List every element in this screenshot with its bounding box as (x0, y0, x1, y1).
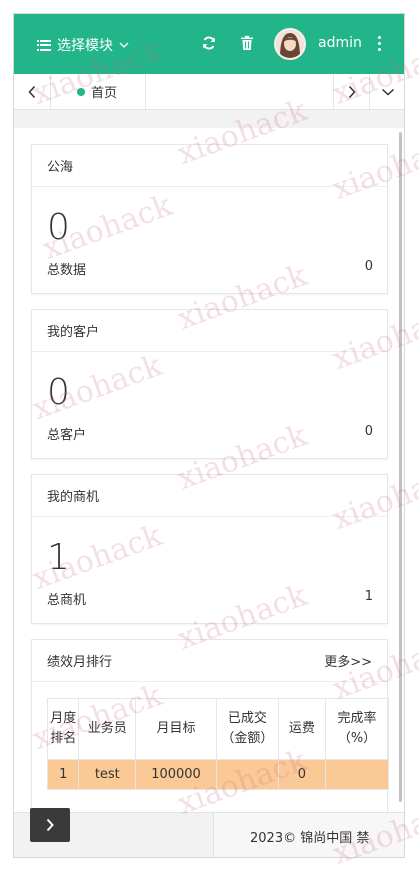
module-select-button[interactable]: 选择模块 (37, 34, 129, 56)
card-big-number: 1 (47, 537, 70, 578)
username[interactable]: admin (318, 35, 362, 51)
card-sub-value: 0 (364, 259, 373, 274)
public-sea-card: 公海 0 总数据 0 (31, 144, 388, 294)
more-icon[interactable] (376, 36, 382, 52)
card-sub-value: 1 (364, 589, 373, 604)
tab-home[interactable]: 首页 (51, 74, 146, 109)
avatar[interactable] (274, 28, 306, 60)
chevron-left-icon (28, 85, 36, 98)
trash-icon[interactable] (240, 35, 254, 51)
list-icon (37, 39, 51, 51)
active-tab-dot (77, 87, 85, 96)
card-sub-label: 总客户 (47, 428, 87, 443)
table-cell: 1 (46, 759, 80, 790)
menu-arrow-icon (119, 42, 129, 48)
scrollbar[interactable] (399, 132, 402, 802)
tab-scroll-left-button[interactable] (14, 74, 51, 109)
table-cell: test (78, 759, 137, 790)
footer: 2023© 锦尚中国 禁 (14, 812, 404, 857)
column-header: 业务员 (78, 698, 137, 760)
card-header: 绩效月排行 更多>> (32, 640, 387, 682)
card-sub-label: 总商机 (47, 593, 87, 608)
column-header: 运费 (277, 698, 327, 760)
main-content: 公海 0 总数据 0 我的客户 0 总客户 0 我的商机 1 总商机 1 绩效月… (14, 128, 404, 839)
table-cell (215, 759, 279, 790)
tab-scroll-right-button[interactable] (333, 74, 369, 109)
table-cell (325, 759, 389, 790)
refresh-icon[interactable] (201, 35, 217, 51)
tab-options-button[interactable] (369, 74, 404, 109)
table-row[interactable]: 1 test 100000 0 (46, 759, 389, 790)
copyright-text: 2023© 锦尚中国 禁 (213, 813, 404, 857)
table-cell: 100000 (135, 759, 217, 790)
column-header: 已成交（金额） (215, 698, 279, 760)
column-header: 完成率（%） (325, 698, 389, 760)
my-customers-card: 我的客户 0 总客户 0 (31, 309, 388, 459)
chevron-right-icon (46, 818, 54, 832)
expand-sidebar-button[interactable] (30, 808, 70, 842)
card-big-number: 0 (47, 372, 70, 413)
chevron-right-icon (348, 85, 356, 98)
my-opportunities-card: 我的商机 1 总商机 1 (31, 474, 388, 624)
ranking-table: 月度排名 业务员 月目标 已成交（金额） 运费 完成率（%） 1 test 10… (46, 698, 389, 790)
card-title: 公海 (32, 145, 387, 187)
tab-home-label: 首页 (91, 86, 118, 101)
chevron-down-icon (381, 88, 395, 96)
card-title: 我的客户 (32, 310, 387, 352)
column-header: 月度排名 (46, 698, 80, 760)
column-header: 月目标 (135, 698, 217, 760)
more-link[interactable]: 更多>> (324, 651, 372, 670)
card-sub-value: 0 (364, 424, 373, 439)
performance-ranking-card: 绩效月排行 更多>> 月度排名 业务员 月目标 已成交（金额） 运费 完成率（%… (31, 639, 389, 839)
table-cell: 0 (277, 759, 327, 790)
tab-bar: 首页 (14, 74, 404, 110)
card-title: 我的商机 (32, 475, 387, 517)
card-sub-label: 总数据 (47, 263, 87, 278)
top-header: 选择模块 admin (14, 14, 404, 74)
app-frame: 选择模块 admin 首页 公海 0 总数据 0 我的客户 0 总客户 0 我的… (13, 13, 405, 858)
card-title: 绩效月排行 (47, 655, 113, 670)
card-big-number: 0 (47, 207, 70, 248)
module-select-label: 选择模块 (57, 38, 113, 54)
table-header-row: 月度排名 业务员 月目标 已成交（金额） 运费 完成率（%） (46, 698, 389, 760)
